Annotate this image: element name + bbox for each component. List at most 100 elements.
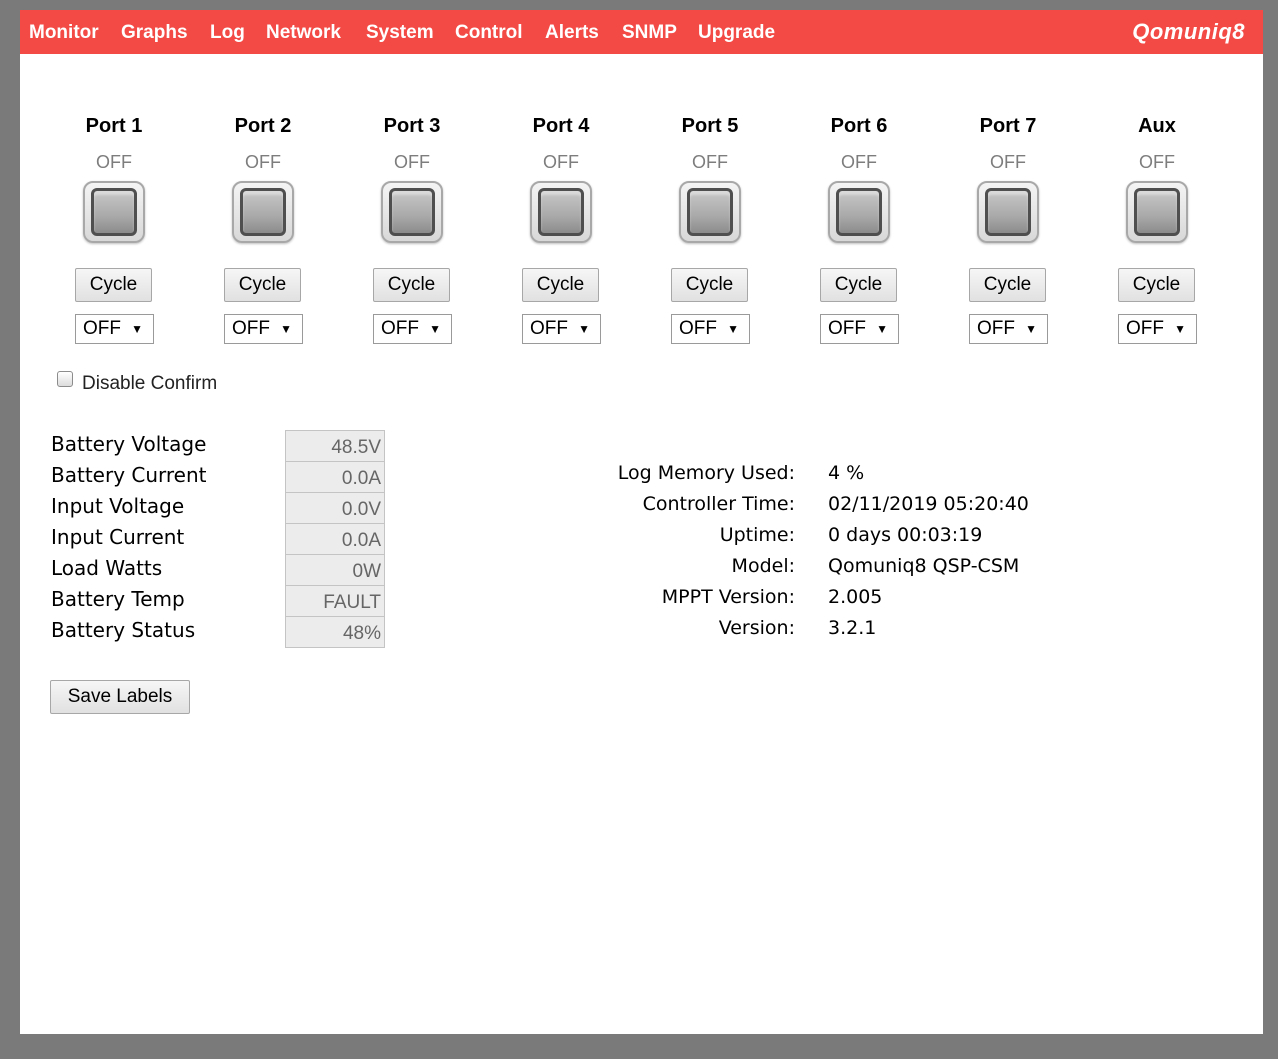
nav-alerts[interactable]: Alerts bbox=[545, 22, 599, 44]
cycle-button[interactable]: Cycle bbox=[969, 268, 1046, 302]
nav-control[interactable]: Control bbox=[455, 22, 523, 44]
port-toggle-switch[interactable] bbox=[679, 181, 741, 243]
port-column-4: Port 4 OFF Cycle OFF ▼ bbox=[501, 115, 621, 345]
port-name: Port 7 bbox=[979, 115, 1037, 137]
toggle-rocker bbox=[240, 188, 286, 236]
port-mode-select[interactable]: OFF ▼ bbox=[969, 314, 1048, 344]
port-state: OFF bbox=[692, 152, 728, 172]
nav-snmp[interactable]: SNMP bbox=[622, 22, 677, 44]
port-column-5: Port 5 OFF Cycle OFF ▼ bbox=[650, 115, 770, 345]
nav-graphs[interactable]: Graphs bbox=[121, 22, 188, 44]
dropdown-arrow-icon: ▼ bbox=[131, 322, 143, 336]
cycle-button[interactable]: Cycle bbox=[522, 268, 599, 302]
info-label: Controller Time: bbox=[642, 493, 795, 515]
info-label: Version: bbox=[718, 617, 795, 639]
nav-system[interactable]: System bbox=[366, 22, 434, 44]
nav-monitor[interactable]: Monitor bbox=[29, 22, 99, 44]
stat-value-field: 0W bbox=[285, 554, 385, 586]
port-toggle-switch[interactable] bbox=[828, 181, 890, 243]
save-labels-button[interactable]: Save Labels bbox=[50, 680, 190, 714]
toggle-rocker bbox=[538, 188, 584, 236]
stat-label: Battery Voltage bbox=[51, 432, 207, 456]
port-mode-select[interactable]: OFF ▼ bbox=[75, 314, 154, 344]
port-mode-select[interactable]: OFF ▼ bbox=[671, 314, 750, 344]
port-column-7: Port 7 OFF Cycle OFF ▼ bbox=[948, 115, 1068, 345]
toggle-rocker bbox=[1134, 188, 1180, 236]
stat-label: Battery Status bbox=[51, 618, 196, 642]
stat-value-field: FAULT bbox=[285, 585, 385, 617]
port-mode-value: OFF bbox=[828, 318, 866, 339]
brand-logo: Qomuniq8 bbox=[1132, 19, 1245, 44]
dropdown-arrow-icon: ▼ bbox=[727, 322, 739, 336]
port-mode-value: OFF bbox=[1126, 318, 1164, 339]
port-state: OFF bbox=[990, 152, 1026, 172]
stat-value-field: 0.0A bbox=[285, 461, 385, 493]
port-mode-select[interactable]: OFF ▼ bbox=[522, 314, 601, 344]
disable-confirm-label: Disable Confirm bbox=[82, 373, 218, 394]
port-name: Port 5 bbox=[681, 115, 739, 137]
cycle-button[interactable]: Cycle bbox=[820, 268, 897, 302]
stat-value-field: 0.0A bbox=[285, 523, 385, 555]
cycle-button[interactable]: Cycle bbox=[1118, 268, 1195, 302]
port-mode-value: OFF bbox=[679, 318, 717, 339]
toggle-rocker bbox=[687, 188, 733, 236]
port-column-aux: Aux OFF Cycle OFF ▼ bbox=[1097, 115, 1217, 345]
port-toggle-switch[interactable] bbox=[83, 181, 145, 243]
port-toggle-switch[interactable] bbox=[232, 181, 294, 243]
nav-network[interactable]: Network bbox=[266, 22, 341, 44]
info-label: Uptime: bbox=[719, 524, 795, 546]
port-name: Port 3 bbox=[383, 115, 441, 137]
navbar: Monitor Graphs Log Network System Contro… bbox=[20, 10, 1263, 54]
port-mode-value: OFF bbox=[381, 318, 419, 339]
stat-label: Input Voltage bbox=[51, 494, 185, 518]
stat-value-field: 0.0V bbox=[285, 492, 385, 524]
port-toggle-switch[interactable] bbox=[977, 181, 1039, 243]
disable-confirm-checkbox[interactable] bbox=[57, 371, 73, 387]
dropdown-arrow-icon: ▼ bbox=[1174, 322, 1186, 336]
toggle-rocker bbox=[985, 188, 1031, 236]
port-name: Aux bbox=[1138, 115, 1176, 137]
port-toggle-switch[interactable] bbox=[530, 181, 592, 243]
info-value: 02/11/2019 05:20:40 bbox=[828, 493, 1029, 515]
port-state: OFF bbox=[96, 152, 132, 172]
port-mode-value: OFF bbox=[232, 318, 270, 339]
port-column-3: Port 3 OFF Cycle OFF ▼ bbox=[352, 115, 472, 345]
port-toggle-switch[interactable] bbox=[1126, 181, 1188, 243]
stat-label: Battery Current bbox=[51, 463, 207, 487]
port-mode-value: OFF bbox=[83, 318, 121, 339]
port-mode-value: OFF bbox=[530, 318, 568, 339]
port-name: Port 1 bbox=[85, 115, 143, 137]
port-state: OFF bbox=[841, 152, 877, 172]
stat-label: Input Current bbox=[51, 525, 185, 549]
port-mode-select[interactable]: OFF ▼ bbox=[1118, 314, 1197, 344]
cycle-button[interactable]: Cycle bbox=[224, 268, 301, 302]
info-value: 3.2.1 bbox=[828, 617, 877, 639]
port-mode-select[interactable]: OFF ▼ bbox=[820, 314, 899, 344]
info-value: 2.005 bbox=[828, 586, 883, 608]
nav-upgrade[interactable]: Upgrade bbox=[698, 22, 775, 44]
cycle-button[interactable]: Cycle bbox=[671, 268, 748, 302]
toggle-rocker bbox=[836, 188, 882, 236]
info-value: Qomuniq8 QSP-CSM bbox=[828, 555, 1020, 577]
port-name: Port 6 bbox=[830, 115, 888, 137]
port-mode-select[interactable]: OFF ▼ bbox=[224, 314, 303, 344]
cycle-button[interactable]: Cycle bbox=[373, 268, 450, 302]
port-name: Port 4 bbox=[532, 115, 590, 137]
dropdown-arrow-icon: ▼ bbox=[1025, 322, 1037, 336]
info-label: Log Memory Used: bbox=[617, 462, 795, 484]
port-mode-select[interactable]: OFF ▼ bbox=[373, 314, 452, 344]
info-label: Model: bbox=[731, 555, 795, 577]
port-column-6: Port 6 OFF Cycle OFF ▼ bbox=[799, 115, 919, 345]
toggle-rocker bbox=[389, 188, 435, 236]
cycle-button[interactable]: Cycle bbox=[75, 268, 152, 302]
dropdown-arrow-icon: ▼ bbox=[429, 322, 441, 336]
stat-value-field: 48% bbox=[285, 616, 385, 648]
stat-label: Load Watts bbox=[51, 556, 163, 580]
nav-log[interactable]: Log bbox=[210, 22, 245, 44]
info-value: 4 % bbox=[828, 462, 865, 484]
port-state: OFF bbox=[245, 152, 281, 172]
toggle-rocker bbox=[91, 188, 137, 236]
port-column-2: Port 2 OFF Cycle OFF ▼ bbox=[203, 115, 323, 345]
port-toggle-switch[interactable] bbox=[381, 181, 443, 243]
port-column-1: Port 1 OFF Cycle OFF ▼ bbox=[54, 115, 174, 345]
